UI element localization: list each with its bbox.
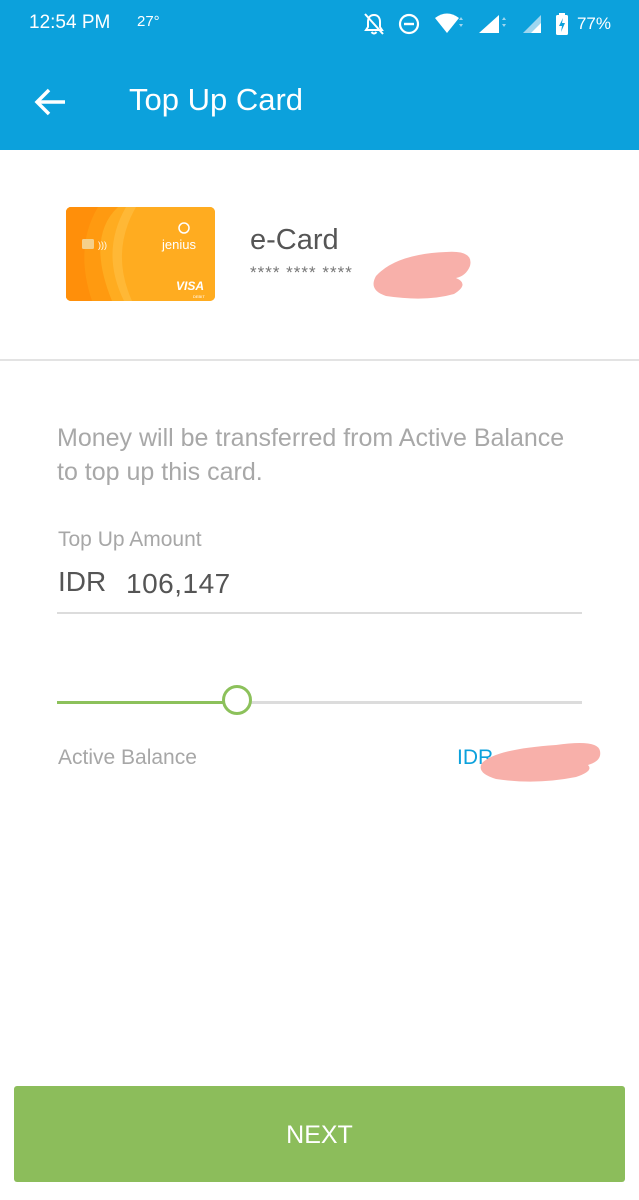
slider-fill bbox=[57, 701, 237, 704]
amount-currency: IDR bbox=[58, 566, 107, 597]
active-balance-label: Active Balance bbox=[58, 746, 197, 769]
next-button[interactable]: NEXT bbox=[14, 1086, 625, 1182]
signal-icon bbox=[478, 15, 506, 33]
page-title: Top Up Card bbox=[129, 82, 304, 117]
status-icons: 77% bbox=[363, 10, 611, 38]
info-text: Money will be transferred from Active Ba… bbox=[57, 424, 565, 486]
battery-charging-icon bbox=[555, 13, 568, 35]
back-button[interactable] bbox=[28, 80, 72, 124]
card-network-sub: DEBIT bbox=[193, 294, 205, 299]
svg-text:))): ))) bbox=[98, 240, 107, 250]
card-brand: jenius bbox=[161, 237, 196, 252]
card-network: VISA bbox=[176, 279, 204, 293]
card-number: **** **** **** bbox=[250, 263, 353, 282]
do-not-disturb-icon bbox=[398, 13, 420, 35]
signal-icon-2 bbox=[522, 15, 541, 33]
card-summary: ))) jenius VISA DEBIT e-Card **** **** *… bbox=[0, 150, 639, 360]
redaction-mark bbox=[373, 251, 471, 299]
notifications-off-icon bbox=[364, 13, 384, 35]
amount-field[interactable]: IDR 106,147 bbox=[57, 562, 582, 614]
status-time: 12:54 PM bbox=[29, 12, 111, 33]
app-bar: Top Up Card bbox=[0, 52, 639, 150]
status-bar: 12:54 PM 27° 77% bbox=[0, 0, 639, 52]
slider-thumb[interactable] bbox=[221, 685, 252, 715]
redaction-mark bbox=[480, 743, 601, 782]
divider bbox=[0, 359, 639, 361]
battery-percentage: 77% bbox=[576, 14, 611, 33]
card-image: ))) jenius VISA DEBIT bbox=[66, 207, 215, 301]
card-name: e-Card bbox=[250, 224, 339, 256]
wifi-icon bbox=[434, 13, 463, 33]
amount-label: Top Up Amount bbox=[58, 528, 202, 551]
arrow-left-icon bbox=[34, 88, 65, 116]
amount-slider[interactable] bbox=[57, 682, 582, 722]
amount-value[interactable]: 106,147 bbox=[126, 568, 231, 600]
status-temperature: 27° bbox=[137, 13, 160, 30]
